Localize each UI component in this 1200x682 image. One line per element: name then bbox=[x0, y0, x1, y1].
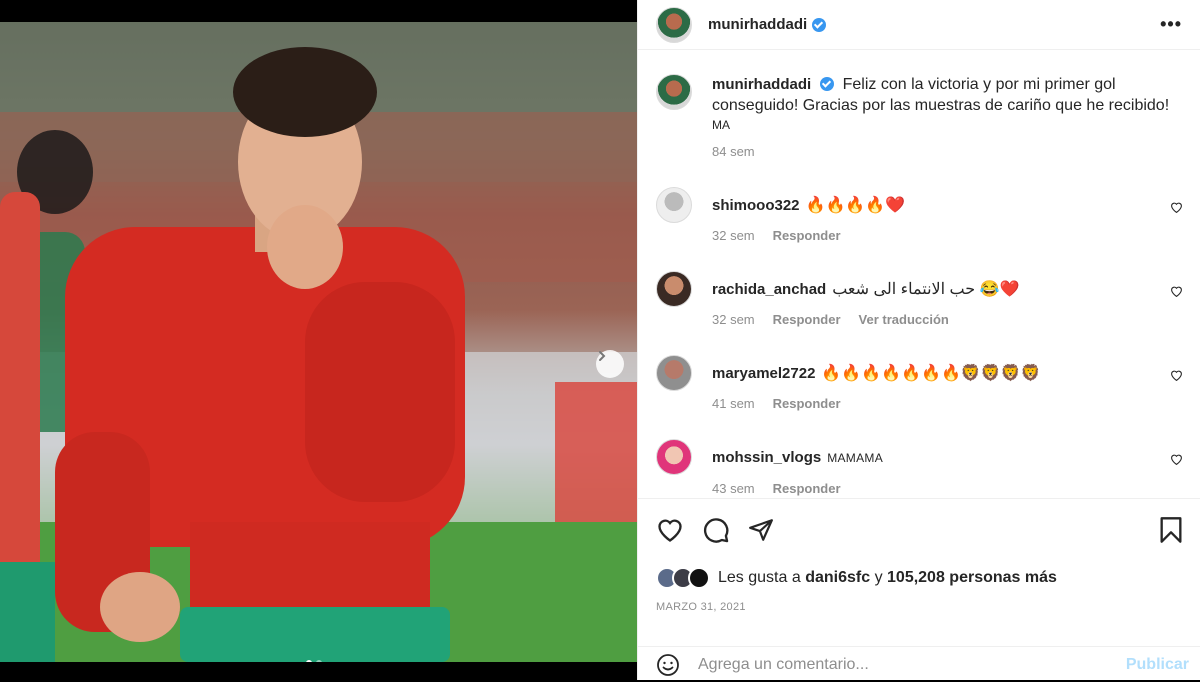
photo-illustration bbox=[0, 22, 637, 662]
caption-avatar[interactable] bbox=[656, 74, 692, 110]
post-date[interactable]: MARZO 31, 2021 bbox=[656, 601, 1183, 613]
carousel-dot-active bbox=[306, 660, 312, 662]
comment-time: 43 sem bbox=[712, 481, 755, 496]
comment-text: 🔥🔥🔥🔥🔥🔥🔥🦁🦁🦁🦁 bbox=[821, 365, 1041, 382]
author-username[interactable]: munirhaddadi bbox=[708, 16, 807, 33]
reply-button[interactable]: Responder bbox=[773, 396, 841, 411]
caption-time: 84 sem bbox=[712, 144, 755, 159]
caption-location: MA bbox=[712, 118, 730, 132]
publish-button[interactable]: Publicar bbox=[1126, 656, 1189, 674]
post-photo[interactable] bbox=[0, 22, 637, 662]
verified-badge-icon bbox=[812, 17, 827, 32]
comments-list[interactable]: munirhaddadi Feliz con la victoria y por… bbox=[638, 62, 1200, 498]
comment-text: 🔥🔥🔥🔥❤️ bbox=[805, 197, 906, 214]
reply-button[interactable]: Responder bbox=[773, 312, 841, 327]
share-send-icon[interactable] bbox=[748, 517, 774, 543]
comment-username[interactable]: rachida_anchad bbox=[712, 281, 826, 298]
like-comment-heart-icon[interactable] bbox=[1170, 453, 1183, 466]
like-comment-heart-icon[interactable] bbox=[1170, 369, 1183, 382]
reply-button[interactable]: Responder bbox=[773, 228, 841, 243]
likes-connector: y bbox=[874, 569, 883, 586]
post-actions: Les gusta a dani6sfc y 105,208 personas … bbox=[638, 498, 1200, 613]
likes-summary: Les gusta a dani6sfc y 105,208 personas … bbox=[656, 567, 1183, 589]
save-bookmark-icon[interactable] bbox=[1159, 516, 1183, 544]
carousel-dot bbox=[316, 660, 322, 662]
add-comment-bar: Publicar bbox=[638, 646, 1200, 682]
comment-text: MAMAMA bbox=[827, 451, 884, 465]
caption-username[interactable]: munirhaddadi bbox=[712, 76, 811, 93]
comment-avatar[interactable] bbox=[656, 187, 692, 223]
emoji-smiley-icon[interactable] bbox=[656, 653, 680, 677]
like-comment-heart-icon[interactable] bbox=[1170, 201, 1183, 214]
likes-others[interactable]: 105,208 personas más bbox=[887, 569, 1057, 587]
comment-time: 32 sem bbox=[712, 312, 755, 327]
comment-text: حب الانتماء الى شعب 😂❤️ bbox=[832, 281, 1020, 298]
comment-avatar[interactable] bbox=[656, 355, 692, 391]
likes-prefix: Les gusta a bbox=[718, 569, 801, 586]
like-heart-icon[interactable] bbox=[656, 516, 684, 544]
translate-button[interactable]: Ver traducción bbox=[859, 312, 949, 327]
comment-item: mohssin_vlogs MAMAMA 43 sem Responder bbox=[656, 439, 1183, 496]
post-caption: munirhaddadi Feliz con la victoria y por… bbox=[656, 62, 1183, 159]
carousel-indicator bbox=[306, 660, 322, 662]
reply-button[interactable]: Responder bbox=[773, 481, 841, 496]
comment-bubble-icon[interactable] bbox=[702, 516, 730, 544]
comment-time: 41 sem bbox=[712, 396, 755, 411]
post-header: munirhaddadi ••• bbox=[638, 0, 1200, 50]
more-options-icon[interactable]: ••• bbox=[1160, 14, 1182, 35]
liker-avatar[interactable] bbox=[688, 567, 710, 589]
likes-first-user[interactable]: dani6sfc bbox=[805, 569, 870, 587]
comment-username[interactable]: shimooo322 bbox=[712, 197, 800, 214]
post-panel: munirhaddadi ••• munirhaddadi Feliz con … bbox=[637, 0, 1200, 680]
comment-item: rachida_anchad حب الانتماء الى شعب 😂❤️ 32… bbox=[656, 271, 1183, 327]
comment-input[interactable] bbox=[698, 655, 1126, 674]
post-media bbox=[0, 0, 637, 680]
instagram-post: munirhaddadi ••• munirhaddadi Feliz con … bbox=[0, 0, 1200, 680]
like-comment-heart-icon[interactable] bbox=[1170, 285, 1183, 298]
comment-item: maryamel2722 🔥🔥🔥🔥🔥🔥🔥🦁🦁🦁🦁 41 sem Responder bbox=[656, 355, 1183, 411]
verified-badge-icon bbox=[820, 77, 835, 91]
chevron-right-icon bbox=[599, 351, 606, 361]
comment-username[interactable]: mohssin_vlogs bbox=[712, 449, 821, 466]
comment-time: 32 sem bbox=[712, 228, 755, 243]
comment-username[interactable]: maryamel2722 bbox=[712, 365, 815, 382]
author-avatar[interactable] bbox=[656, 6, 692, 43]
comment-item: shimooo322 🔥🔥🔥🔥❤️ 32 sem Responder bbox=[656, 187, 1183, 243]
comment-avatar[interactable] bbox=[656, 439, 692, 475]
carousel-next-button[interactable] bbox=[596, 350, 624, 378]
comment-avatar[interactable] bbox=[656, 271, 692, 307]
